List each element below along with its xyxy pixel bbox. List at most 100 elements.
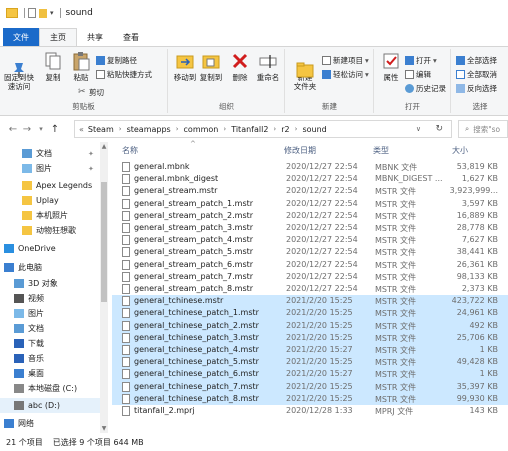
copy-button[interactable]: 复制	[42, 51, 64, 82]
breadcrumb-titanfall2[interactable]: Titanfall2	[231, 125, 268, 134]
tab-file[interactable]: 文件	[3, 28, 39, 46]
delete-button[interactable]: 删除	[229, 51, 251, 82]
scrollbar-thumb[interactable]	[101, 182, 107, 302]
file-name: general_stream_patch_1.mstr	[134, 198, 254, 208]
select-none-button[interactable]: 全部取消	[456, 69, 497, 80]
new-folder-quick-icon[interactable]	[39, 8, 47, 18]
file-row[interactable]: general_stream_patch_4.mstr 2020/12/27 22…	[112, 234, 508, 246]
sidebar-item-uplay[interactable]: Uplay	[0, 193, 100, 208]
file-row[interactable]: general.mbnk 2020/12/27 22:54 MBNK 文件 53,81…	[112, 161, 508, 173]
search-input[interactable]: ⌕ 搜索"so	[458, 120, 508, 138]
sidebar-item-label: Uplay	[36, 196, 59, 205]
recent-dropdown-icon[interactable]: ▾	[34, 125, 48, 133]
sidebar-item-camera-roll[interactable]: 本机照片	[0, 208, 100, 223]
quick-access-dropdown-icon[interactable]: ▾	[50, 9, 54, 17]
scroll-up-icon[interactable]: ▲	[100, 143, 108, 150]
tab-share[interactable]: 共享	[77, 28, 113, 46]
file-row[interactable]: general_stream_patch_1.mstr 2020/12/27 22…	[112, 198, 508, 210]
sidebar-scrollbar[interactable]: ▲ ▼	[100, 142, 108, 433]
file-row[interactable]: general.mbnk_digest 2020/12/27 22:54 MBNK_…	[112, 173, 508, 185]
edit-button[interactable]: 编辑	[405, 69, 431, 80]
column-type[interactable]: 类型	[373, 145, 389, 156]
file-row[interactable]: general_stream_patch_6.mstr 2020/12/27 22…	[112, 259, 508, 271]
file-row[interactable]: general_tchinese_patch_8.mstr 2021/2/20 1…	[112, 392, 508, 405]
sidebar-item-animal-folder[interactable]: 动物狂想歌	[0, 223, 100, 238]
forward-arrow-icon[interactable]: →	[20, 124, 34, 135]
file-name: general_tchinese_patch_4.mstr	[134, 345, 259, 354]
sidebar-item-onedrive[interactable]: OneDrive	[0, 241, 100, 256]
invert-selection-button[interactable]: 反向选择	[456, 83, 497, 94]
sidebar-item-pictures-pc[interactable]: 图片	[0, 306, 100, 321]
file-row[interactable]: general_tchinese.mstr 2021/2/20 15:25 MSTR…	[112, 295, 508, 308]
properties-button[interactable]: 属性	[379, 51, 403, 82]
back-arrow-icon[interactable]: ←	[6, 124, 20, 135]
file-row[interactable]: general_stream_patch_8.mstr 2020/12/27 22…	[112, 283, 508, 295]
file-row[interactable]: general_tchinese_patch_4.mstr 2021/2/20 1…	[112, 344, 508, 357]
breadcrumb-steam[interactable]: Steam	[88, 125, 114, 134]
downloads-icon	[14, 339, 24, 348]
scroll-down-icon[interactable]: ▼	[100, 425, 108, 432]
breadcrumb-steamapps[interactable]: steamapps	[127, 125, 171, 134]
overflow-chevron-icon[interactable]: «	[79, 125, 84, 134]
sidebar-item-documents-pc[interactable]: 文档	[0, 321, 100, 336]
sidebar-item-3d-objects[interactable]: 3D 对象	[0, 276, 100, 291]
sidebar-item-local-disk-c[interactable]: 本地磁盘 (C:)	[0, 381, 100, 396]
new-folder-button[interactable]: 新建 文件夹	[290, 51, 320, 91]
sidebar-item-this-pc[interactable]: 此电脑	[0, 260, 100, 275]
history-button[interactable]: 历史记录	[405, 83, 446, 94]
address-box[interactable]: « Steam › steamapps › common › Titanfall…	[74, 120, 452, 138]
tab-home[interactable]: 主页	[39, 28, 77, 46]
file-row[interactable]: titanfall_2.mprj 2020/12/28 1:33 MPRJ 文件 14…	[112, 405, 508, 417]
breadcrumb-r2[interactable]: r2	[281, 125, 289, 134]
copy-path-button[interactable]: 复制路径	[96, 55, 137, 66]
select-all-button[interactable]: 全部选择	[456, 55, 497, 66]
properties-quick-icon[interactable]	[28, 8, 36, 18]
sidebar-item-downloads[interactable]: 下载	[0, 336, 100, 351]
file-row[interactable]: general_tchinese_patch_7.mstr 2021/2/20 1…	[112, 380, 508, 393]
file-row[interactable]: general_tchinese_patch_1.mstr 2021/2/20 1…	[112, 307, 508, 320]
sidebar-item-music[interactable]: 音乐	[0, 351, 100, 366]
column-size[interactable]: 大小	[452, 145, 468, 156]
move-to-button[interactable]: 移动到	[173, 51, 197, 82]
refresh-icon[interactable]: ↻	[435, 124, 443, 134]
file-row[interactable]: general_stream.mstr 2020/12/27 22:54 MSTR …	[112, 185, 508, 197]
new-item-button[interactable]: 新建项目 ▾	[322, 55, 369, 66]
disk-d-icon	[14, 401, 24, 410]
file-row[interactable]: general_tchinese_patch_6.mstr 2021/2/20 1…	[112, 368, 508, 381]
file-row[interactable]: general_tchinese_patch_2.mstr 2021/2/20 1…	[112, 319, 508, 332]
sidebar-item-desktop[interactable]: 桌面	[0, 366, 100, 381]
rename-button[interactable]: 重命名	[255, 51, 281, 82]
pin-quick-access-button[interactable]: 固定到快 速访问	[2, 51, 36, 91]
up-arrow-icon[interactable]: ↑	[48, 124, 62, 135]
file-row[interactable]: general_tchinese_patch_3.mstr 2021/2/20 1…	[112, 331, 508, 344]
cut-button[interactable]: ✂ 剪切	[78, 87, 104, 98]
file-row[interactable]: general_stream_patch_3.mstr 2020/12/27 22…	[112, 222, 508, 234]
open-button[interactable]: 打开 ▾	[405, 55, 437, 66]
file-date: 2020/12/27 22:54	[286, 259, 358, 269]
file-row[interactable]: general_stream_patch_2.mstr 2020/12/27 22…	[112, 210, 508, 222]
tab-view[interactable]: 查看	[113, 28, 149, 46]
file-row[interactable]: general_stream_patch_7.mstr 2020/12/27 22…	[112, 271, 508, 283]
breadcrumb-sound[interactable]: sound	[302, 125, 326, 134]
sidebar-item-network[interactable]: 网络	[0, 416, 100, 431]
pictures-icon	[22, 164, 32, 173]
file-date: 2020/12/27 22:54	[286, 247, 358, 257]
paste-shortcut-button[interactable]: 粘贴快捷方式	[96, 69, 152, 80]
file-row[interactable]: general_tchinese_patch_5.mstr 2021/2/20 1…	[112, 356, 508, 369]
chevron-right-icon: ›	[294, 125, 298, 133]
column-date[interactable]: 修改日期	[284, 145, 316, 156]
file-row[interactable]: general_stream_patch_5.mstr 2020/12/27 22…	[112, 246, 508, 258]
file-size: 53,819 KB	[456, 162, 498, 171]
sidebar-item-apex-legends[interactable]: Apex Legends	[0, 178, 100, 193]
sidebar-item-documents[interactable]: 文档 ✦	[0, 146, 100, 161]
address-dropdown-icon[interactable]: ∨	[416, 125, 421, 133]
sidebar-item-disk-d[interactable]: abc (D:)	[0, 398, 100, 413]
sidebar-item-pictures[interactable]: 图片 ✦	[0, 161, 100, 176]
copy-to-button[interactable]: 复制到	[199, 51, 223, 82]
column-name[interactable]: 名称	[122, 145, 138, 156]
file-date: 2020/12/27 22:54	[286, 186, 358, 196]
paste-button[interactable]: 粘贴	[70, 51, 92, 82]
easy-access-button[interactable]: 轻松访问 ▾	[322, 69, 369, 80]
breadcrumb-common[interactable]: common	[184, 125, 219, 134]
sidebar-item-videos[interactable]: 视频	[0, 291, 100, 306]
